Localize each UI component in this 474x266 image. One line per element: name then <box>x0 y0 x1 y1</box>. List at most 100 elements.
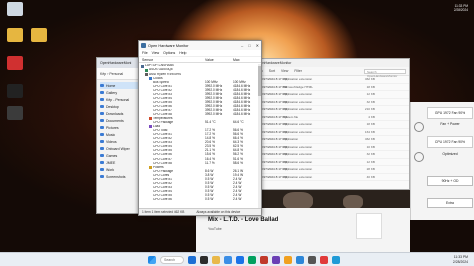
taskbar-app-icon[interactable] <box>284 256 292 264</box>
col-sensor[interactable]: Sensor <box>139 58 205 62</box>
sensor-row[interactable]: CPU Core #3 0.5 W 2.4 W <box>139 185 261 189</box>
menu-item[interactable]: File <box>142 51 148 55</box>
taskbar-app-icon[interactable] <box>296 256 304 264</box>
ohm-scroll-thumb[interactable] <box>258 66 261 96</box>
table-row[interactable]: 2/27/2024 8:17 PM Application 462 KB <box>253 136 409 144</box>
taskbar-app-icon[interactable] <box>308 256 316 264</box>
sensor-row[interactable]: CPU Core #2 0.5 W 2.4 W <box>139 181 261 185</box>
cpu-fan-button[interactable]: CPU 1972 Fan 90% <box>427 136 473 148</box>
explorer-nav-item[interactable]: Documents <box>100 117 142 124</box>
extra-button[interactable]: Extra <box>427 198 473 208</box>
taskbar-app-icon[interactable] <box>332 256 340 264</box>
sensor-row[interactable]: CPU Core #8 11.7 % 58.6 % <box>139 161 261 165</box>
table-row[interactable]: 2/27/2024 8:17 PM Application extension 21… <box>253 106 409 114</box>
minimize-icon[interactable]: – <box>241 43 243 48</box>
media-thumbnail[interactable] <box>356 213 382 239</box>
sensor-row[interactable]: CPU Core #6 0.5 W 2.4 W <box>139 197 261 202</box>
taskbar-clock[interactable]: 11:33 PM 2/28/2024 <box>453 255 468 264</box>
taskbar-app-icon[interactable] <box>260 256 268 264</box>
table-row[interactable]: 2/27/2024 8:17 PM Application extension 32… <box>253 151 409 159</box>
taskbar-app-icon[interactable] <box>212 256 220 264</box>
desktop-icon[interactable] <box>2 84 28 98</box>
gear-icon[interactable] <box>414 152 424 162</box>
explorer-nav-item[interactable]: Këp - Personal <box>100 96 142 103</box>
explorer-nav-label: Work <box>106 167 115 172</box>
media-title[interactable]: Mix - L.T.D. - Love Ballad <box>208 217 278 223</box>
table-row[interactable]: 2/27/2024 8:17 PM Application extension 10… <box>253 144 409 151</box>
col-value[interactable]: Value <box>205 58 233 62</box>
table-row[interactable]: 2/27/2024 8:17 PM Application extension 32… <box>253 99 409 106</box>
table-row[interactable]: 2/27/2024 8:17 PM Microsoft Edge HTML 18 K… <box>253 84 409 91</box>
sensor-name: CPU Core #3 <box>153 92 172 96</box>
sensor-row[interactable]: CPU Core #1 0.5 W 2.4 W <box>139 177 261 181</box>
desktop-icon[interactable] <box>2 28 28 42</box>
table-row[interactable]: 2/27/2024 8:17 PM Application extension 12… <box>253 91 409 99</box>
sensor-row[interactable]: CPU Core #5 0.5 W 2.4 W <box>139 193 261 198</box>
explorer-nav-item[interactable]: Onboard Wiper <box>100 145 142 152</box>
taskbar-app-icon[interactable] <box>320 256 328 264</box>
explorer-nav-item[interactable]: Screenshots <box>100 173 142 180</box>
refresh-rate-button[interactable]: 90Hz + OD <box>427 176 473 186</box>
taskbar-search[interactable]: Search <box>160 256 184 264</box>
explorer-nav-item[interactable]: Music <box>100 131 142 138</box>
close-icon[interactable]: ✕ <box>256 43 259 48</box>
gear-icon[interactable] <box>414 122 424 132</box>
details-tool-button[interactable]: View <box>281 69 288 73</box>
taskbar-app-icon[interactable] <box>224 256 232 264</box>
table-row[interactable]: 2/27/2024 8:17 PM Application extension 28… <box>253 166 409 174</box>
explorer-nav-item[interactable]: Gallery <box>100 89 142 96</box>
folder-icon <box>100 112 104 115</box>
table-row[interactable]: 2/27/2024 8:17 PM Application extension 12… <box>253 159 409 166</box>
explorer-nav-item[interactable]: Games <box>100 152 142 159</box>
details-tool-button[interactable]: Filter <box>294 69 302 73</box>
gpu-fan-button[interactable]: GPU 1972 Fan 90% <box>427 107 473 119</box>
explorer-nav-item[interactable]: JMEE <box>100 159 142 166</box>
explorer-nav-item[interactable]: Desktop <box>100 103 142 110</box>
sensor-name: CPU Core #6 <box>153 153 172 157</box>
table-cell: Microsoft Edge HTML <box>283 84 313 89</box>
ohm-titlebar[interactable]: Open Hardware Monitor – □ ✕ <box>139 41 261 50</box>
taskbar-app-icon[interactable] <box>200 256 208 264</box>
explorer-nav-item[interactable]: Work <box>100 166 142 173</box>
explorer-nav-item[interactable]: Pictures <box>100 124 142 131</box>
sensor-row[interactable]: CPU Package 51.4 °C 64.6 °C <box>139 120 261 125</box>
sensor-name: ASUS GA503QE <box>149 68 174 72</box>
col-max[interactable]: Max <box>233 58 240 62</box>
desktop-icon[interactable] <box>2 2 28 16</box>
taskbar-app-icon[interactable] <box>248 256 256 264</box>
taskbar-app-icon[interactable] <box>272 256 280 264</box>
table-cell: 210 KB <box>364 107 375 112</box>
details-tool-button[interactable]: Sort <box>269 69 275 73</box>
open-hardware-monitor-window[interactable]: Open Hardware Monitor – □ ✕ File View Opti… <box>138 40 262 216</box>
taskbar-app-icon[interactable] <box>236 256 244 264</box>
desktop-icon[interactable] <box>2 106 28 120</box>
desktop-icon[interactable] <box>2 56 28 70</box>
table-row[interactable]: 2/27/2024 8:17 PM Application extension 40… <box>253 174 409 181</box>
explorer-nav-label: Music <box>106 132 116 137</box>
sensor-name: CPU Package <box>153 121 174 125</box>
sensor-name-cell: CPU Core #4 <box>139 97 205 100</box>
explorer-nav-item[interactable]: Home <box>100 82 142 89</box>
table-row[interactable]: 2/27/2024 8:17 PM System file 4 KB <box>253 114 409 121</box>
start-icon[interactable] <box>148 256 156 264</box>
table-row[interactable]: 2/27/2024 8:17 PM Application extension 18… <box>253 121 409 129</box>
maximize-icon[interactable]: □ <box>248 43 250 48</box>
details-search-input[interactable]: Search OpenHardwareMonitor <box>364 68 406 78</box>
sensor-name-cell: CPU Core #2 <box>139 89 205 92</box>
explorer-nav-item[interactable]: Downloads <box>100 110 142 117</box>
sensor-name-cell: CPU Core #3 <box>139 186 205 189</box>
video-figure <box>283 192 313 208</box>
desktop-icon[interactable] <box>26 28 52 42</box>
table-row[interactable]: 2/27/2024 8:17 PM Application extension 16… <box>253 129 409 136</box>
menu-item[interactable]: Options <box>163 51 175 55</box>
menu-item[interactable]: View <box>152 51 160 55</box>
taskbar-app-icon[interactable] <box>188 256 196 264</box>
explorer-nav-item[interactable]: Videos <box>100 138 142 145</box>
menu-item[interactable]: Help <box>179 51 186 55</box>
sensor-row[interactable]: CPU Core #4 0.5 W 2.4 W <box>139 189 261 193</box>
table-cell: 164 KB <box>364 129 375 134</box>
sensor-row[interactable]: CPU Cores 3.8 W 19.4 W <box>139 173 261 177</box>
sensor-row[interactable]: CPU Core #8 3992.0 MHz 4184.6 MHz <box>139 112 261 117</box>
details-window[interactable]: OpenHardwareMonitor NewSortViewFilterSea… <box>252 58 410 190</box>
ohm-scrollbar[interactable] <box>258 64 261 208</box>
